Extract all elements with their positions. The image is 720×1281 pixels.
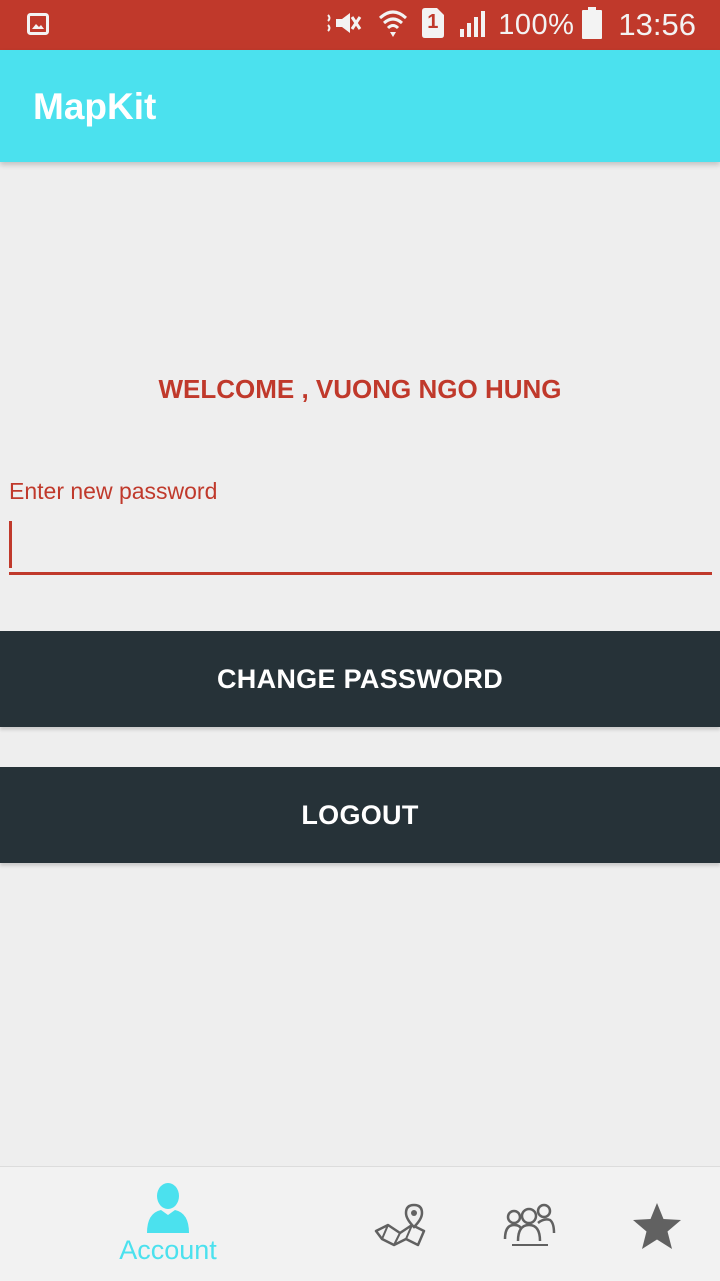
logout-button[interactable]: LOGOUT (0, 767, 720, 863)
nav-map[interactable] (372, 1167, 428, 1281)
new-password-label: Enter new password (9, 478, 218, 504)
people-icon (503, 1203, 556, 1246)
sim-icon: 1 (422, 7, 445, 43)
nav-favorites[interactable] (630, 1167, 684, 1281)
nav-friends[interactable] (502, 1167, 556, 1281)
status-bar: 1 100% 13:56 (0, 0, 720, 50)
nav-account-label: Account (119, 1235, 217, 1265)
star-icon (633, 1203, 681, 1249)
welcome-message: WELCOME , VUONG NGO HUNG (158, 374, 562, 404)
mute-icon (326, 9, 364, 42)
person-icon (145, 1183, 191, 1238)
sim-slot-label: 1 (427, 10, 439, 33)
bottom-navigation: Account (0, 1166, 720, 1281)
app-title: MapKit (33, 86, 157, 127)
signal-icon (458, 9, 488, 42)
app-bar: MapKit (0, 50, 720, 162)
battery-percent: 100% (498, 8, 575, 41)
image-notification-icon (27, 13, 49, 35)
map-pin-icon (374, 1203, 426, 1247)
new-password-input[interactable] (9, 518, 712, 575)
clock-time: 13:56 (618, 7, 696, 42)
battery-icon (582, 6, 603, 44)
change-password-button[interactable]: CHANGE PASSWORD (0, 631, 720, 727)
text-cursor (9, 521, 12, 568)
wifi-icon (378, 8, 408, 43)
nav-account[interactable]: Account (110, 1167, 226, 1281)
